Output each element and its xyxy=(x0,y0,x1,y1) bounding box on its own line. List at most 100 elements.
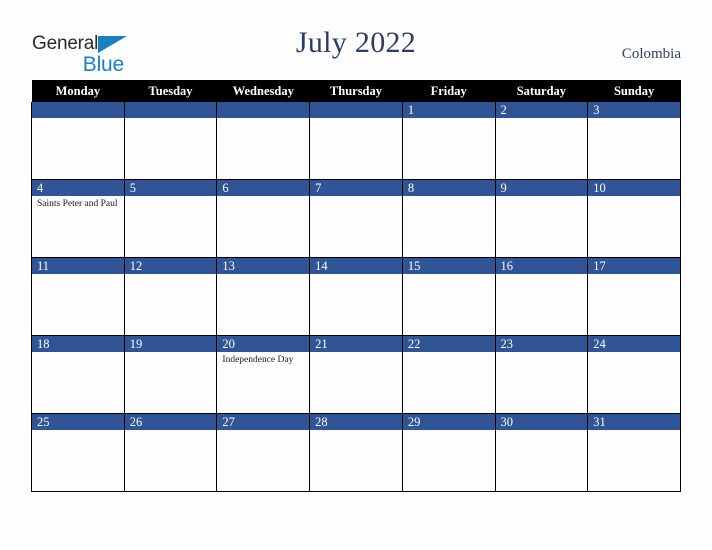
day-cell[interactable]: 25 xyxy=(31,413,125,492)
day-events xyxy=(125,430,217,433)
day-number: 13 xyxy=(217,258,310,274)
day-cell[interactable]: 6 xyxy=(216,179,311,258)
day-cell[interactable]: 31 xyxy=(587,413,681,492)
day-number: 26 xyxy=(124,414,217,430)
day-cell[interactable]: 22 xyxy=(401,335,496,414)
day-events xyxy=(403,118,495,121)
day-cell[interactable]: 21 xyxy=(309,335,403,414)
day-cell[interactable]: 28 xyxy=(309,413,403,492)
day-events xyxy=(403,352,495,355)
day-number: 21 xyxy=(310,336,402,352)
day-cell[interactable]: 30 xyxy=(494,413,589,492)
weekday-header-tuesday: Tuesday xyxy=(124,80,217,102)
day-number: 9 xyxy=(495,180,588,196)
day-cell[interactable]: 13 xyxy=(216,257,311,336)
calendar-page: General Blue July 2022 Colombia Monday T… xyxy=(0,0,712,550)
day-cell[interactable]: 14 xyxy=(309,257,403,336)
day-cell[interactable]: 19 xyxy=(123,335,218,414)
day-events xyxy=(32,274,124,277)
page-header: General Blue July 2022 Colombia xyxy=(0,0,712,80)
day-number: 20 xyxy=(217,336,310,352)
day-cell[interactable] xyxy=(123,102,218,180)
day-events xyxy=(125,196,217,199)
day-number: 12 xyxy=(124,258,217,274)
day-number xyxy=(310,102,402,118)
calendar-week-row: 1 2 3 xyxy=(31,102,681,180)
day-events xyxy=(403,196,495,199)
day-cell[interactable]: 29 xyxy=(401,413,496,492)
day-cell[interactable]: 23 xyxy=(494,335,589,414)
day-number: 17 xyxy=(588,258,680,274)
day-number: 24 xyxy=(588,336,680,352)
day-events xyxy=(588,274,680,277)
calendar-week-row: 4 Saints Peter and Paul 5 6 7 8 9 10 xyxy=(31,179,681,258)
day-number: 27 xyxy=(217,414,310,430)
day-cell[interactable]: 17 xyxy=(587,257,681,336)
day-cell[interactable]: 2 xyxy=(494,102,589,180)
day-events xyxy=(588,430,680,433)
day-cell[interactable] xyxy=(216,102,311,180)
day-events xyxy=(310,118,402,121)
day-number: 16 xyxy=(495,258,588,274)
day-number: 15 xyxy=(402,258,495,274)
calendar-week-row: 11 12 13 14 15 16 17 xyxy=(31,257,681,336)
day-number: 25 xyxy=(32,414,124,430)
day-number: 18 xyxy=(32,336,124,352)
day-cell[interactable]: 5 xyxy=(123,179,218,258)
day-cell[interactable]: 4 Saints Peter and Paul xyxy=(31,179,125,258)
day-cell[interactable]: 3 xyxy=(587,102,681,180)
weekday-header-sunday: Sunday xyxy=(587,80,681,102)
day-cell[interactable]: 18 xyxy=(31,335,125,414)
day-events xyxy=(310,352,402,355)
day-number: 8 xyxy=(402,180,495,196)
day-events xyxy=(588,118,680,121)
day-events xyxy=(32,430,124,433)
day-number: 22 xyxy=(402,336,495,352)
day-events xyxy=(125,352,217,355)
day-events xyxy=(310,274,402,277)
day-cell[interactable]: 7 xyxy=(309,179,403,258)
day-events xyxy=(496,352,588,355)
day-number: 30 xyxy=(495,414,588,430)
day-number: 6 xyxy=(217,180,310,196)
day-number: 23 xyxy=(495,336,588,352)
day-events xyxy=(217,430,309,433)
day-number: 14 xyxy=(310,258,402,274)
day-events xyxy=(496,196,588,199)
calendar-week-row: 18 19 20 Independence Day 21 22 23 24 xyxy=(31,335,681,414)
day-cell[interactable]: 10 xyxy=(587,179,681,258)
weekday-header-wednesday: Wednesday xyxy=(216,80,310,102)
day-cell[interactable]: 15 xyxy=(401,257,496,336)
day-events xyxy=(217,196,309,199)
weekday-header-thursday: Thursday xyxy=(309,80,403,102)
day-events xyxy=(496,118,588,121)
day-events xyxy=(403,274,495,277)
day-events xyxy=(403,430,495,433)
day-cell[interactable] xyxy=(31,102,125,180)
day-cell[interactable]: 12 xyxy=(123,257,218,336)
day-cell[interactable]: 16 xyxy=(494,257,589,336)
day-cell[interactable]: 20 Independence Day xyxy=(216,335,311,414)
day-cell[interactable]: 26 xyxy=(123,413,218,492)
day-number: 2 xyxy=(495,102,588,118)
day-cell[interactable]: 9 xyxy=(494,179,589,258)
day-cell[interactable]: 24 xyxy=(587,335,681,414)
day-events: Saints Peter and Paul xyxy=(37,199,118,209)
day-events xyxy=(588,196,680,199)
day-events: Independence Day xyxy=(222,355,294,365)
day-number: 29 xyxy=(402,414,495,430)
day-number: 1 xyxy=(402,102,495,118)
day-number xyxy=(32,102,124,118)
day-cell[interactable]: 27 xyxy=(216,413,311,492)
day-cell[interactable]: 1 xyxy=(401,102,496,180)
day-number: 28 xyxy=(310,414,402,430)
calendar-week-row: 25 26 27 28 29 30 31 xyxy=(31,413,681,492)
day-cell[interactable] xyxy=(309,102,403,180)
country-label: Colombia xyxy=(621,46,681,62)
day-cell[interactable]: 8 xyxy=(401,179,496,258)
day-cell[interactable]: 11 xyxy=(31,257,125,336)
day-events xyxy=(588,352,680,355)
page-title: July 2022 xyxy=(295,26,417,59)
weekday-header-friday: Friday xyxy=(402,80,496,102)
day-number: 5 xyxy=(124,180,217,196)
